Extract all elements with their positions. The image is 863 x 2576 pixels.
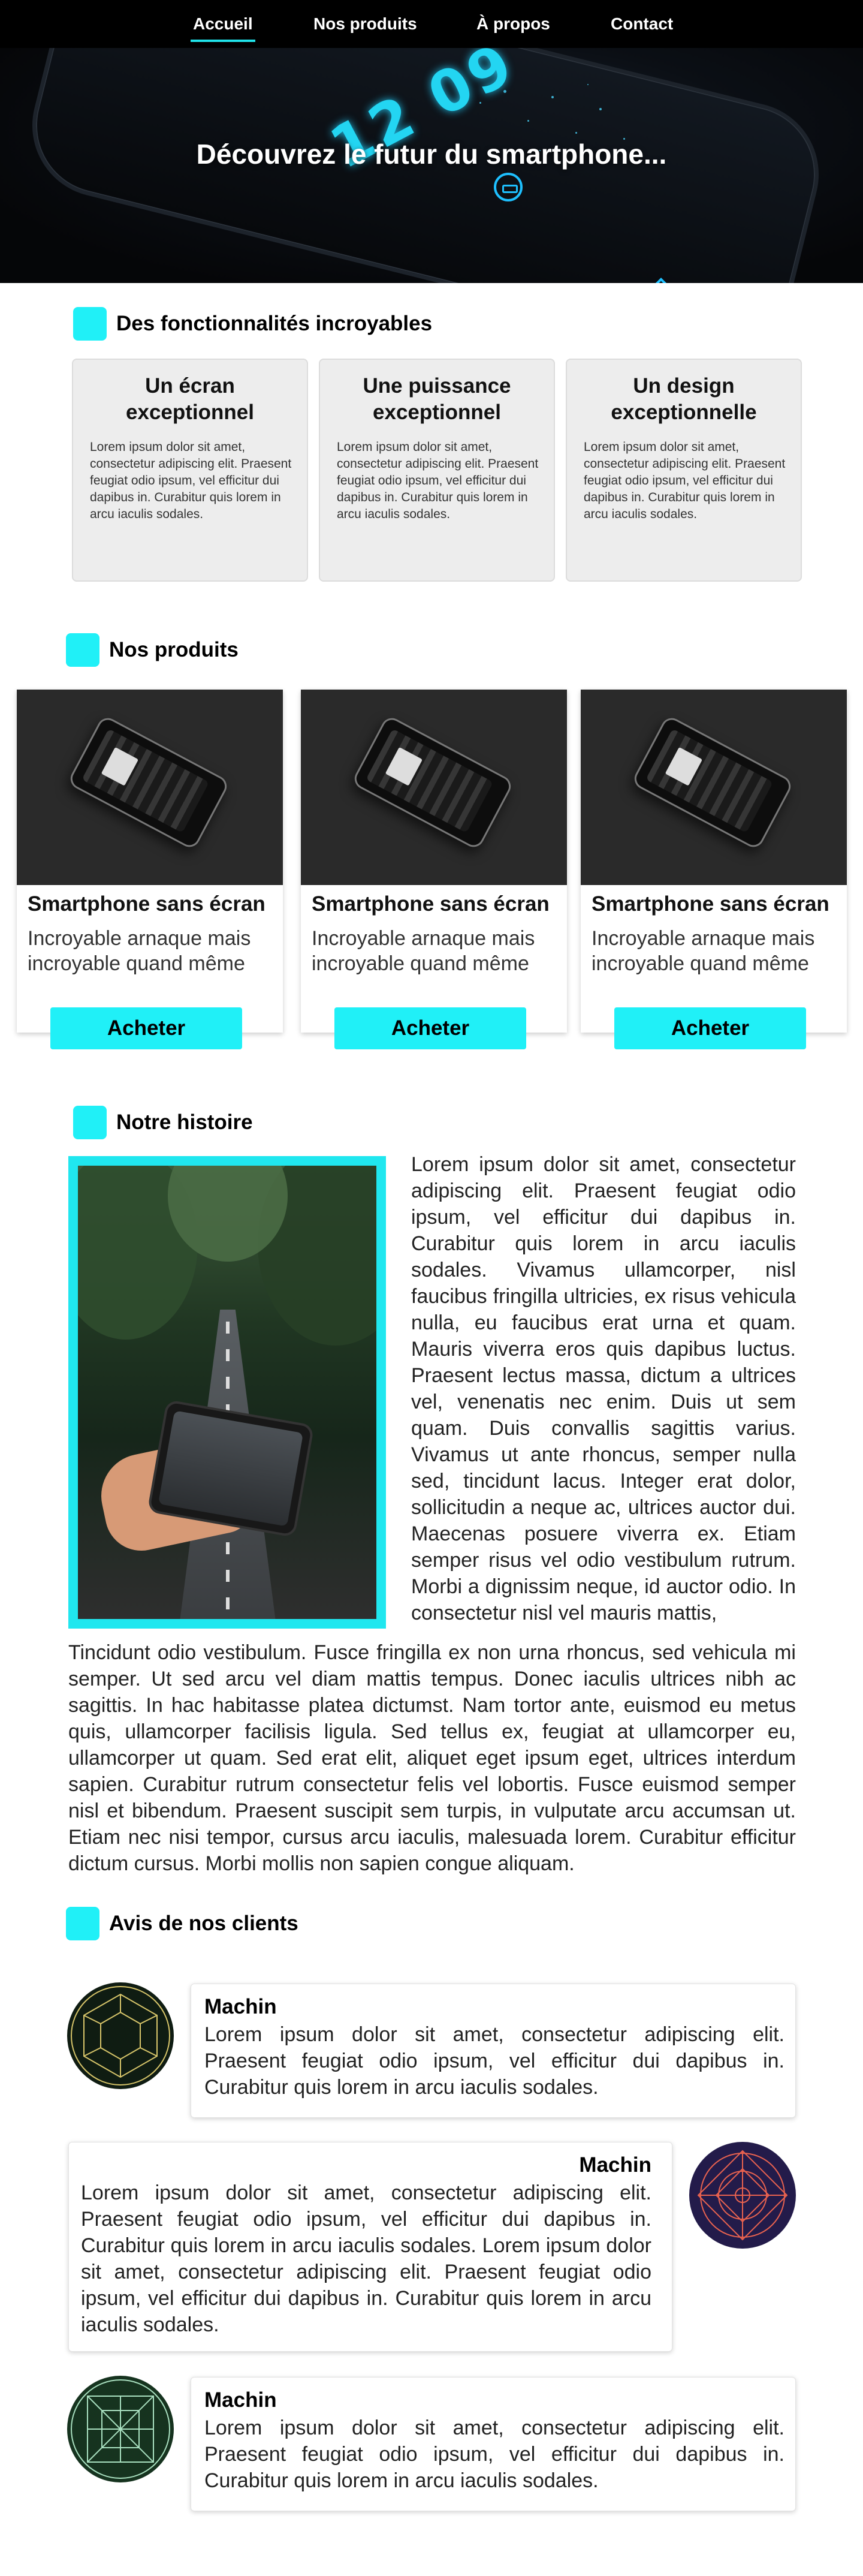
- section-title: Des fonctionnalités incroyables: [116, 312, 433, 335]
- lock-icon: [494, 173, 523, 201]
- reviewer-name: Machin: [204, 1995, 277, 2018]
- feature-body: Lorem ipsum dolor sit amet, consectetur …: [337, 440, 539, 521]
- reviewer-name: Machin: [579, 2153, 651, 2177]
- hero-banner: 12 09 Découvrez le futur du smartphone..…: [0, 48, 863, 283]
- nav-link-contact[interactable]: Contact: [611, 14, 673, 34]
- section-title: Notre histoire: [116, 1111, 253, 1134]
- hero-title: Découvrez le futur du smartphone...: [196, 139, 667, 170]
- section-title: Avis de nos clients: [109, 1912, 298, 1935]
- product-description: Incroyable arnaque mais incroyable quand…: [312, 927, 535, 975]
- products-heading: Nos produits: [66, 633, 239, 667]
- product-image: [581, 690, 847, 885]
- product-image: [17, 690, 283, 885]
- feature-body: Lorem ipsum dolor sit amet, consectetur …: [90, 440, 292, 521]
- feature-body: Lorem ipsum dolor sit amet, consectetur …: [584, 440, 786, 521]
- review-text: Lorem ipsum dolor sit amet, consectetur …: [204, 2416, 784, 2492]
- section-marker-icon: [73, 307, 107, 341]
- feature-card: Une puissance exceptionnel Lorem ipsum d…: [319, 359, 555, 582]
- story-image: [78, 1166, 376, 1619]
- product-card: Smartphone sans écran Incroyable arnaque…: [301, 690, 567, 1049]
- review-text: Lorem ipsum dolor sit amet, consectetur …: [204, 2023, 784, 2099]
- product-image: [301, 690, 567, 885]
- product-card: Smartphone sans écran Incroyable arnaque…: [581, 690, 847, 1049]
- product-name: Smartphone sans écran: [28, 892, 265, 916]
- reviewer-avatar: [689, 2142, 796, 2249]
- buy-button[interactable]: Acheter: [50, 1007, 242, 1049]
- product-description: Incroyable arnaque mais incroyable quand…: [592, 927, 815, 975]
- section-marker-icon: [66, 633, 99, 667]
- feature-card: Un design exceptionnelle Lorem ipsum dol…: [566, 359, 802, 582]
- review-card: Machin Lorem ipsum dolor sit amet, conse…: [68, 2142, 672, 2352]
- story-text: Lorem ipsum dolor sit amet, consectetur …: [411, 1153, 796, 1624]
- story-text-continued: Tincidunt odio vestibulum. Fusce fringil…: [68, 1641, 796, 1875]
- story-image-frame: [68, 1156, 386, 1629]
- top-nav: Accueil Nos produits À propos Contact: [0, 0, 863, 48]
- section-marker-icon: [73, 1106, 107, 1139]
- reviewer-avatar: [67, 2376, 174, 2482]
- section-title: Nos produits: [109, 638, 239, 661]
- section-marker-icon: [66, 1907, 99, 1940]
- features-heading: Des fonctionnalités incroyables: [73, 307, 432, 341]
- feature-title: Un design exceptionnelle: [611, 374, 757, 424]
- reviews-heading: Avis de nos clients: [66, 1907, 298, 1940]
- product-description: Incroyable arnaque mais incroyable quand…: [28, 927, 251, 975]
- product-name: Smartphone sans écran: [312, 892, 550, 916]
- reviewer-name: Machin: [204, 2388, 277, 2412]
- feature-title: Un écran exceptionnel: [126, 374, 254, 424]
- feature-title: Une puissance exceptionnel: [363, 374, 511, 424]
- buy-button[interactable]: Acheter: [614, 1007, 806, 1049]
- feature-card: Un écran exceptionnel Lorem ipsum dolor …: [72, 359, 308, 582]
- reviewer-avatar: [67, 1982, 174, 2089]
- nav-link-nos-produits[interactable]: Nos produits: [313, 14, 417, 34]
- buy-button[interactable]: Acheter: [334, 1007, 526, 1049]
- nav-link-a-propos[interactable]: À propos: [476, 14, 550, 34]
- story-heading: Notre histoire: [73, 1106, 253, 1139]
- review-card: Machin Lorem ipsum dolor sit amet, conse…: [191, 1984, 796, 2118]
- review-card: Machin Lorem ipsum dolor sit amet, conse…: [191, 2377, 796, 2511]
- product-card: Smartphone sans écran Incroyable arnaque…: [17, 690, 283, 1049]
- product-name: Smartphone sans écran: [592, 892, 829, 916]
- review-text: Lorem ipsum dolor sit amet, consectetur …: [81, 2181, 651, 2336]
- nav-link-accueil[interactable]: Accueil: [191, 14, 255, 42]
